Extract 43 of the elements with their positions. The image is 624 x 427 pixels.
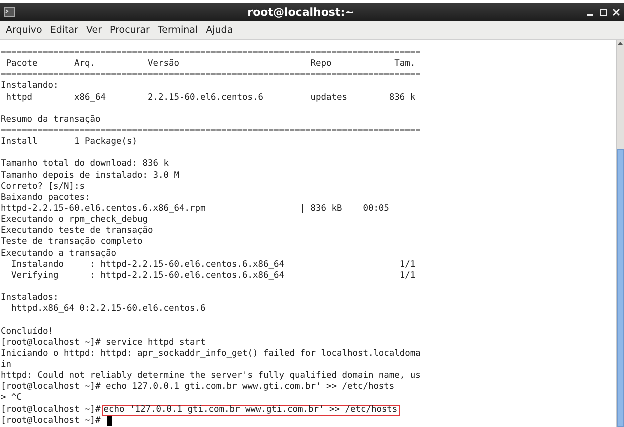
terminal-line: httpd: Could not reliably determine the server's fully qualified domain name, us: [1, 371, 421, 382]
terminal-line: httpd x86_64 2.2.15-60.el6.centos.6 updates 836 k: [5, 92, 416, 104]
scrollbar-thumb[interactable]: [617, 149, 624, 427]
terminal-line: ================================================================================: [1, 126, 421, 137]
terminal-line: in: [1, 360, 12, 371]
terminal-line: > ^C: [1, 393, 22, 405]
terminal-line: ================================================================================: [1, 70, 421, 81]
terminal-line: Teste de transação completo: [1, 237, 143, 249]
terminal-line: Executando teste de transação: [1, 226, 154, 237]
terminal-line: Baixando pacotes:: [1, 192, 90, 204]
terminal-line: Verifying : httpd-2.2.15-60.el6.centos.6.x86_64 1/1: [10, 270, 416, 282]
shell-prompt: [root@localhost ~]#: [1, 404, 101, 416]
terminal-line: [root@localhost ~]# echo 127.0.0.1 gti.com.br www.gti.com.br' >> /etc/hosts: [1, 382, 395, 394]
window-title: root@localhost:~: [246, 6, 356, 18]
terminal-line: Executando o rpm_check_debug: [1, 215, 148, 226]
terminal-line: Instalados:: [1, 293, 59, 304]
terminal-line: Tamanho total do download: 836 k: [1, 159, 169, 171]
terminal-line: Correto? [s/N]:s: [1, 182, 85, 193]
terminal-icon: [4, 7, 15, 17]
terminal-line: Instalando:: [1, 81, 59, 93]
maximize-icon[interactable]: [600, 8, 607, 16]
terminal-line: ================================================================================: [1, 48, 421, 59]
terminal-line: Executando a transação: [1, 248, 116, 260]
terminal-line: Iniciando o httpd: httpd: apr_sockaddr_info_get() failed for localhost.localdoma: [1, 348, 421, 360]
terminal-line: Pacote Arq. Versão Repo Tam.: [5, 59, 416, 70]
text-cursor: [106, 416, 112, 426]
terminal-line: Install 1 Package(s): [1, 137, 138, 148]
terminal-line: [root@localhost ~]# service httpd start: [1, 338, 206, 349]
terminal-line: Instalando : httpd-2.2.15-60.el6.centos.6.x86_64 1/1: [10, 260, 416, 271]
menu-item[interactable]: Arquivo: [2, 24, 46, 36]
terminal-line: Resumo da transação: [1, 114, 101, 126]
shell-prompt: [root@localhost ~]#: [1, 416, 101, 427]
terminal-line: Tamanho depois de instalado: 3.0 M: [1, 170, 180, 182]
terminal-line: httpd-2.2.15-60.el6.centos.6.x86_64.rpm | 836 kB 00:05: [1, 204, 390, 215]
menu-item[interactable]: Ver: [82, 24, 106, 36]
menu-item[interactable]: Ajuda: [202, 24, 238, 36]
menu-item[interactable]: Procurar: [106, 24, 154, 36]
highlighted-command: echo '127.0.0.1 gti.com.br www.gti.com.br' >> /etc/hosts: [102, 404, 400, 416]
terminal-line: Concluído!: [1, 326, 54, 338]
menu-item[interactable]: Editar: [46, 24, 82, 36]
terminal-line: httpd.x86_64 0:2.2.15-60.el6.centos.6: [10, 304, 206, 316]
close-icon[interactable]: [613, 8, 620, 16]
menu-item[interactable]: Terminal: [154, 24, 202, 36]
